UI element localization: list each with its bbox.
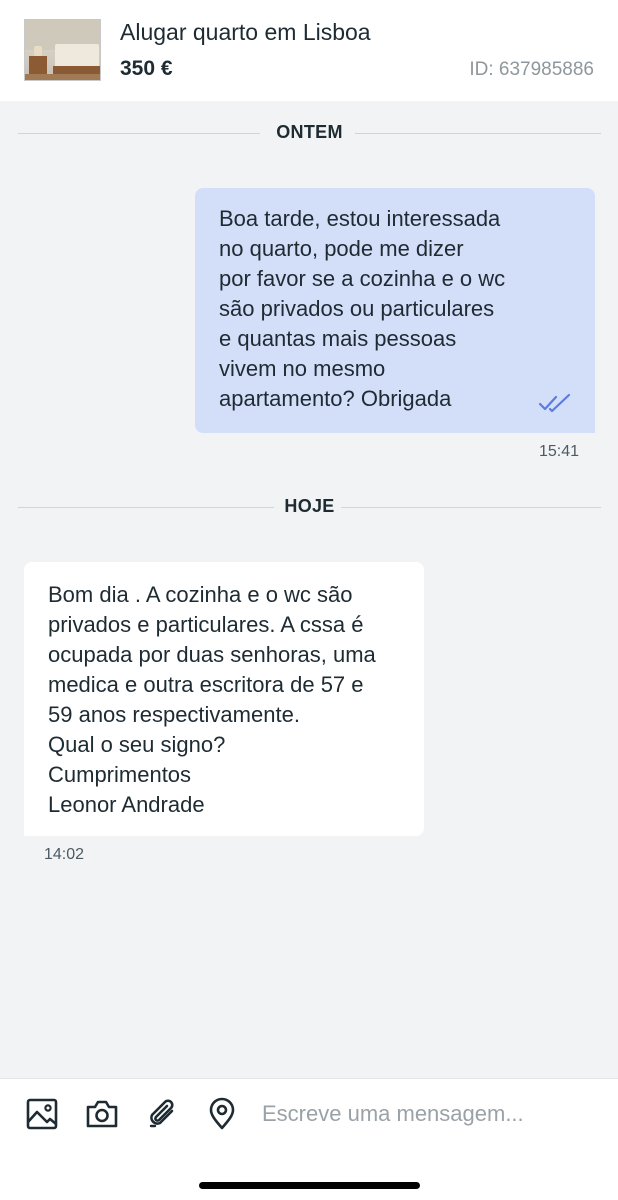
message-line: Boa tarde, estou interessada [219,206,501,231]
message-line: Bom dia . A cozinha e o wc são [48,582,353,607]
paperclip-icon [149,1099,174,1128]
message-line: ocupada por duas senhoras, uma [48,642,376,667]
message-line: no quarto, pode me dizer [219,236,464,261]
message-line: privados e particulares. A cssa é [48,612,364,637]
share-location-button[interactable] [205,1097,239,1131]
message-bubble-outgoing[interactable]: Boa tarde, estou interessada no quarto, … [195,188,595,433]
listing-title[interactable]: Alugar quarto em Lisboa [120,19,371,46]
camera-button[interactable] [85,1097,119,1131]
date-separator-yesterday: ONTEM [18,118,601,148]
home-indicator[interactable] [199,1182,420,1189]
message-line: apartamento? Obrigada [219,386,452,411]
camera-icon [86,1100,118,1128]
message-line: por favor se a cozinha e o wc [219,266,506,291]
message-line: Qual o seu signo? [48,732,226,757]
message-line: Leonor Andrade [48,792,205,817]
chat-screen: Alugar quarto em Lisboa 350 € ID: 637985… [0,0,618,1200]
message-line: 59 anos respectivamente. [48,702,300,727]
listing-thumbnail[interactable] [24,19,101,81]
message-line: vivem no mesmo [219,356,386,381]
image-icon [26,1098,58,1130]
message-time: 14:02 [44,846,85,863]
listing-id: ID: 637985886 [469,59,594,80]
location-pin-icon [209,1097,235,1130]
message-line: são privados ou particulares [219,296,495,321]
listing-header[interactable]: Alugar quarto em Lisboa 350 € ID: 637985… [0,0,618,101]
message-bubble-incoming[interactable]: Bom dia . A cozinha e o wc são privados … [24,562,424,836]
double-check-icon [539,393,571,413]
message-line: Cumprimentos [48,762,192,787]
message-time: 15:41 [539,443,580,460]
message-line: medica e outra escritora de 57 e [48,672,364,697]
message-line: e quantas mais pessoas [219,326,457,351]
listing-price: 350 € [120,57,173,80]
date-separator-today: HOJE [18,492,601,522]
attach-file-button[interactable] [145,1097,179,1131]
attach-image-button[interactable] [25,1097,59,1131]
message-input[interactable] [262,1097,602,1131]
